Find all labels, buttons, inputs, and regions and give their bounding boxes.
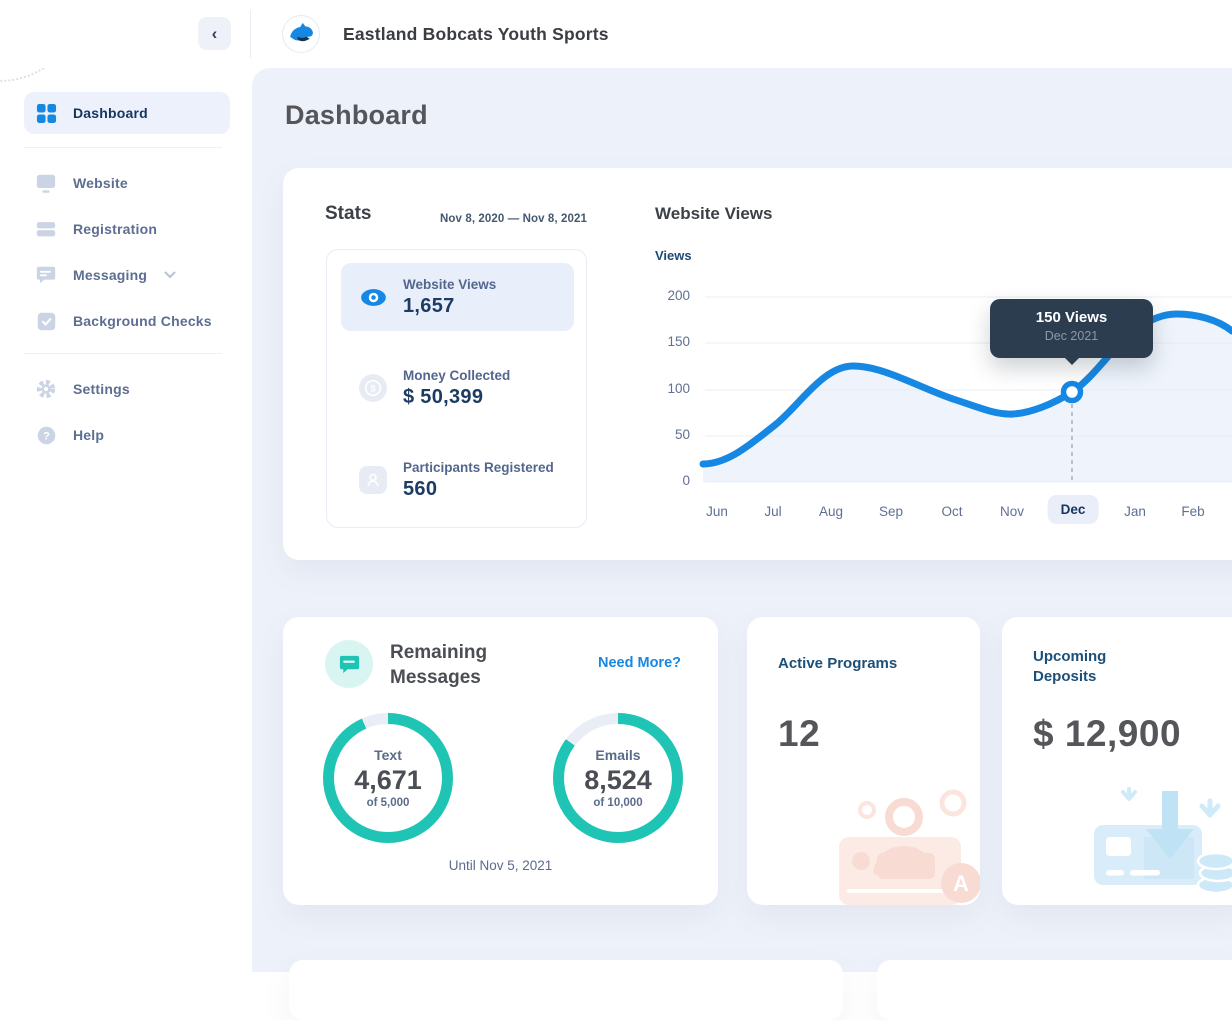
- sidebar-item-settings[interactable]: Settings: [24, 371, 230, 407]
- svg-text:A: A: [953, 871, 969, 896]
- y-tick: 150: [640, 334, 690, 349]
- remaining-messages-card: Remaining Messages Need More? Text 4,671…: [283, 617, 718, 905]
- y-tick: 100: [640, 381, 690, 396]
- active-programs-card: Active Programs 12 A: [747, 617, 980, 905]
- upcoming-deposits-card: Upcoming Deposits $ 12,900: [1002, 617, 1232, 905]
- stat-label: Participants Registered: [403, 460, 554, 475]
- eye-icon: [359, 283, 387, 311]
- month-jul[interactable]: Jul: [764, 504, 781, 519]
- stat-value: 560: [403, 478, 554, 501]
- org-logo: [282, 15, 320, 53]
- sidebar-item-website[interactable]: Website: [24, 165, 230, 201]
- monitor-icon: [34, 171, 58, 195]
- programs-roster-illustration: A: [837, 785, 980, 905]
- sidebar-item-label: Help: [73, 427, 104, 443]
- selected-point-marker: [1064, 384, 1081, 401]
- check-square-icon: [34, 309, 58, 333]
- month-oct[interactable]: Oct: [941, 504, 962, 519]
- active-programs-value: 12: [778, 713, 820, 755]
- month-dec-selected[interactable]: Dec: [1048, 495, 1099, 524]
- svg-text:?: ?: [43, 430, 50, 442]
- gear-icon: [34, 377, 58, 401]
- org-title: Eastland Bobcats Youth Sports: [343, 0, 609, 68]
- chat-bubble-icon: [325, 640, 373, 688]
- sidebar-item-registration[interactable]: Registration: [24, 211, 230, 247]
- stacked-cards-icon: [34, 217, 58, 241]
- stat-label: Money Collected: [403, 368, 510, 383]
- sidebar-item-label: Settings: [73, 381, 130, 397]
- y-tick: 50: [640, 427, 690, 442]
- month-feb[interactable]: Feb: [1181, 504, 1204, 519]
- chevron-down-icon: [164, 271, 176, 279]
- chart-y-axis-label: Views: [655, 248, 692, 263]
- emails-gauge: Emails 8,524 of 10,000: [553, 713, 683, 843]
- need-more-link[interactable]: Need More?: [598, 655, 681, 671]
- person-icon: [359, 466, 387, 494]
- stat-row-website-views[interactable]: Website Views 1,657: [341, 263, 574, 331]
- app-header: ‹ Eastland Bobcats Youth Sports: [0, 0, 1232, 68]
- stat-label: Website Views: [403, 277, 496, 292]
- question-circle-icon: ?: [34, 423, 58, 447]
- bobcat-logo-icon: [286, 17, 316, 52]
- gauge-total: of 10,000: [593, 797, 642, 809]
- chart-tooltip: 150 Views Dec 2021: [990, 299, 1153, 358]
- deposits-illustration: [1082, 777, 1232, 902]
- sidebar-item-label: Messaging: [73, 267, 147, 283]
- stat-row-participants[interactable]: Participants Registered 560: [341, 446, 574, 514]
- stats-chart-card: Stats Nov 8, 2020 — Nov 8, 2021 Website …: [283, 168, 1232, 560]
- sidebar-item-messaging[interactable]: Messaging: [24, 257, 230, 293]
- gauge-label: Emails: [595, 747, 640, 763]
- stats-section-title: Stats: [325, 203, 371, 225]
- gauge-value: 8,524: [584, 765, 652, 796]
- collapse-sidebar-button[interactable]: ‹: [198, 17, 231, 50]
- stat-row-money-collected[interactable]: $ Money Collected $ 50,399: [341, 354, 574, 422]
- text-messages-gauge: Text 4,671 of 5,000: [323, 713, 453, 843]
- month-jan[interactable]: Jan: [1124, 504, 1146, 519]
- upcoming-deposits-value: $ 12,900: [1033, 713, 1181, 755]
- header-divider: [250, 10, 251, 58]
- month-nov[interactable]: Nov: [1000, 504, 1024, 519]
- dollar-circle-icon: $: [359, 374, 387, 402]
- chart-title: Website Views: [655, 204, 772, 224]
- bottom-partial-card-right: [877, 960, 1232, 1020]
- month-sep[interactable]: Sep: [879, 504, 903, 519]
- tooltip-value: 150 Views: [990, 309, 1153, 326]
- gauge-total: of 5,000: [367, 797, 410, 809]
- sidebar-item-help[interactable]: ? Help: [24, 417, 230, 453]
- grid-icon: [34, 101, 58, 125]
- sidebar-item-dashboard[interactable]: Dashboard: [24, 92, 230, 134]
- y-tick: 0: [640, 473, 690, 488]
- upcoming-deposits-title: Upcoming Deposits: [1033, 647, 1153, 687]
- until-date-text: Until Nov 5, 2021: [283, 858, 718, 873]
- sidebar-item-label: Dashboard: [73, 105, 148, 121]
- page-title: Dashboard: [285, 100, 428, 131]
- stats-panel: Website Views 1,657 $ Money Collected $ …: [326, 249, 587, 528]
- sidebar-item-background-checks[interactable]: Background Checks: [24, 303, 230, 339]
- sidebar-item-label: Registration: [73, 221, 157, 237]
- sidebar-divider: [24, 147, 222, 148]
- sidebar-item-label: Background Checks: [73, 313, 212, 329]
- gauge-value: 4,671: [354, 765, 422, 796]
- sidebar-divider: [24, 353, 222, 354]
- chat-bubble-icon: [34, 263, 58, 287]
- month-jun[interactable]: Jun: [706, 504, 728, 519]
- tooltip-date: Dec 2021: [990, 329, 1153, 343]
- gauge-label: Text: [374, 747, 402, 763]
- sidebar-item-label: Website: [73, 175, 128, 191]
- y-tick: 200: [640, 288, 690, 303]
- stats-date-range: Nov 8, 2020 — Nov 8, 2021: [408, 213, 587, 225]
- svg-text:$: $: [370, 384, 376, 395]
- month-aug[interactable]: Aug: [819, 504, 843, 519]
- bottom-partial-card-left: [289, 960, 843, 1020]
- stat-value: $ 50,399: [403, 386, 510, 409]
- active-programs-title: Active Programs: [778, 654, 898, 674]
- stat-value: 1,657: [403, 295, 496, 318]
- remaining-messages-title: Remaining Messages: [390, 640, 560, 690]
